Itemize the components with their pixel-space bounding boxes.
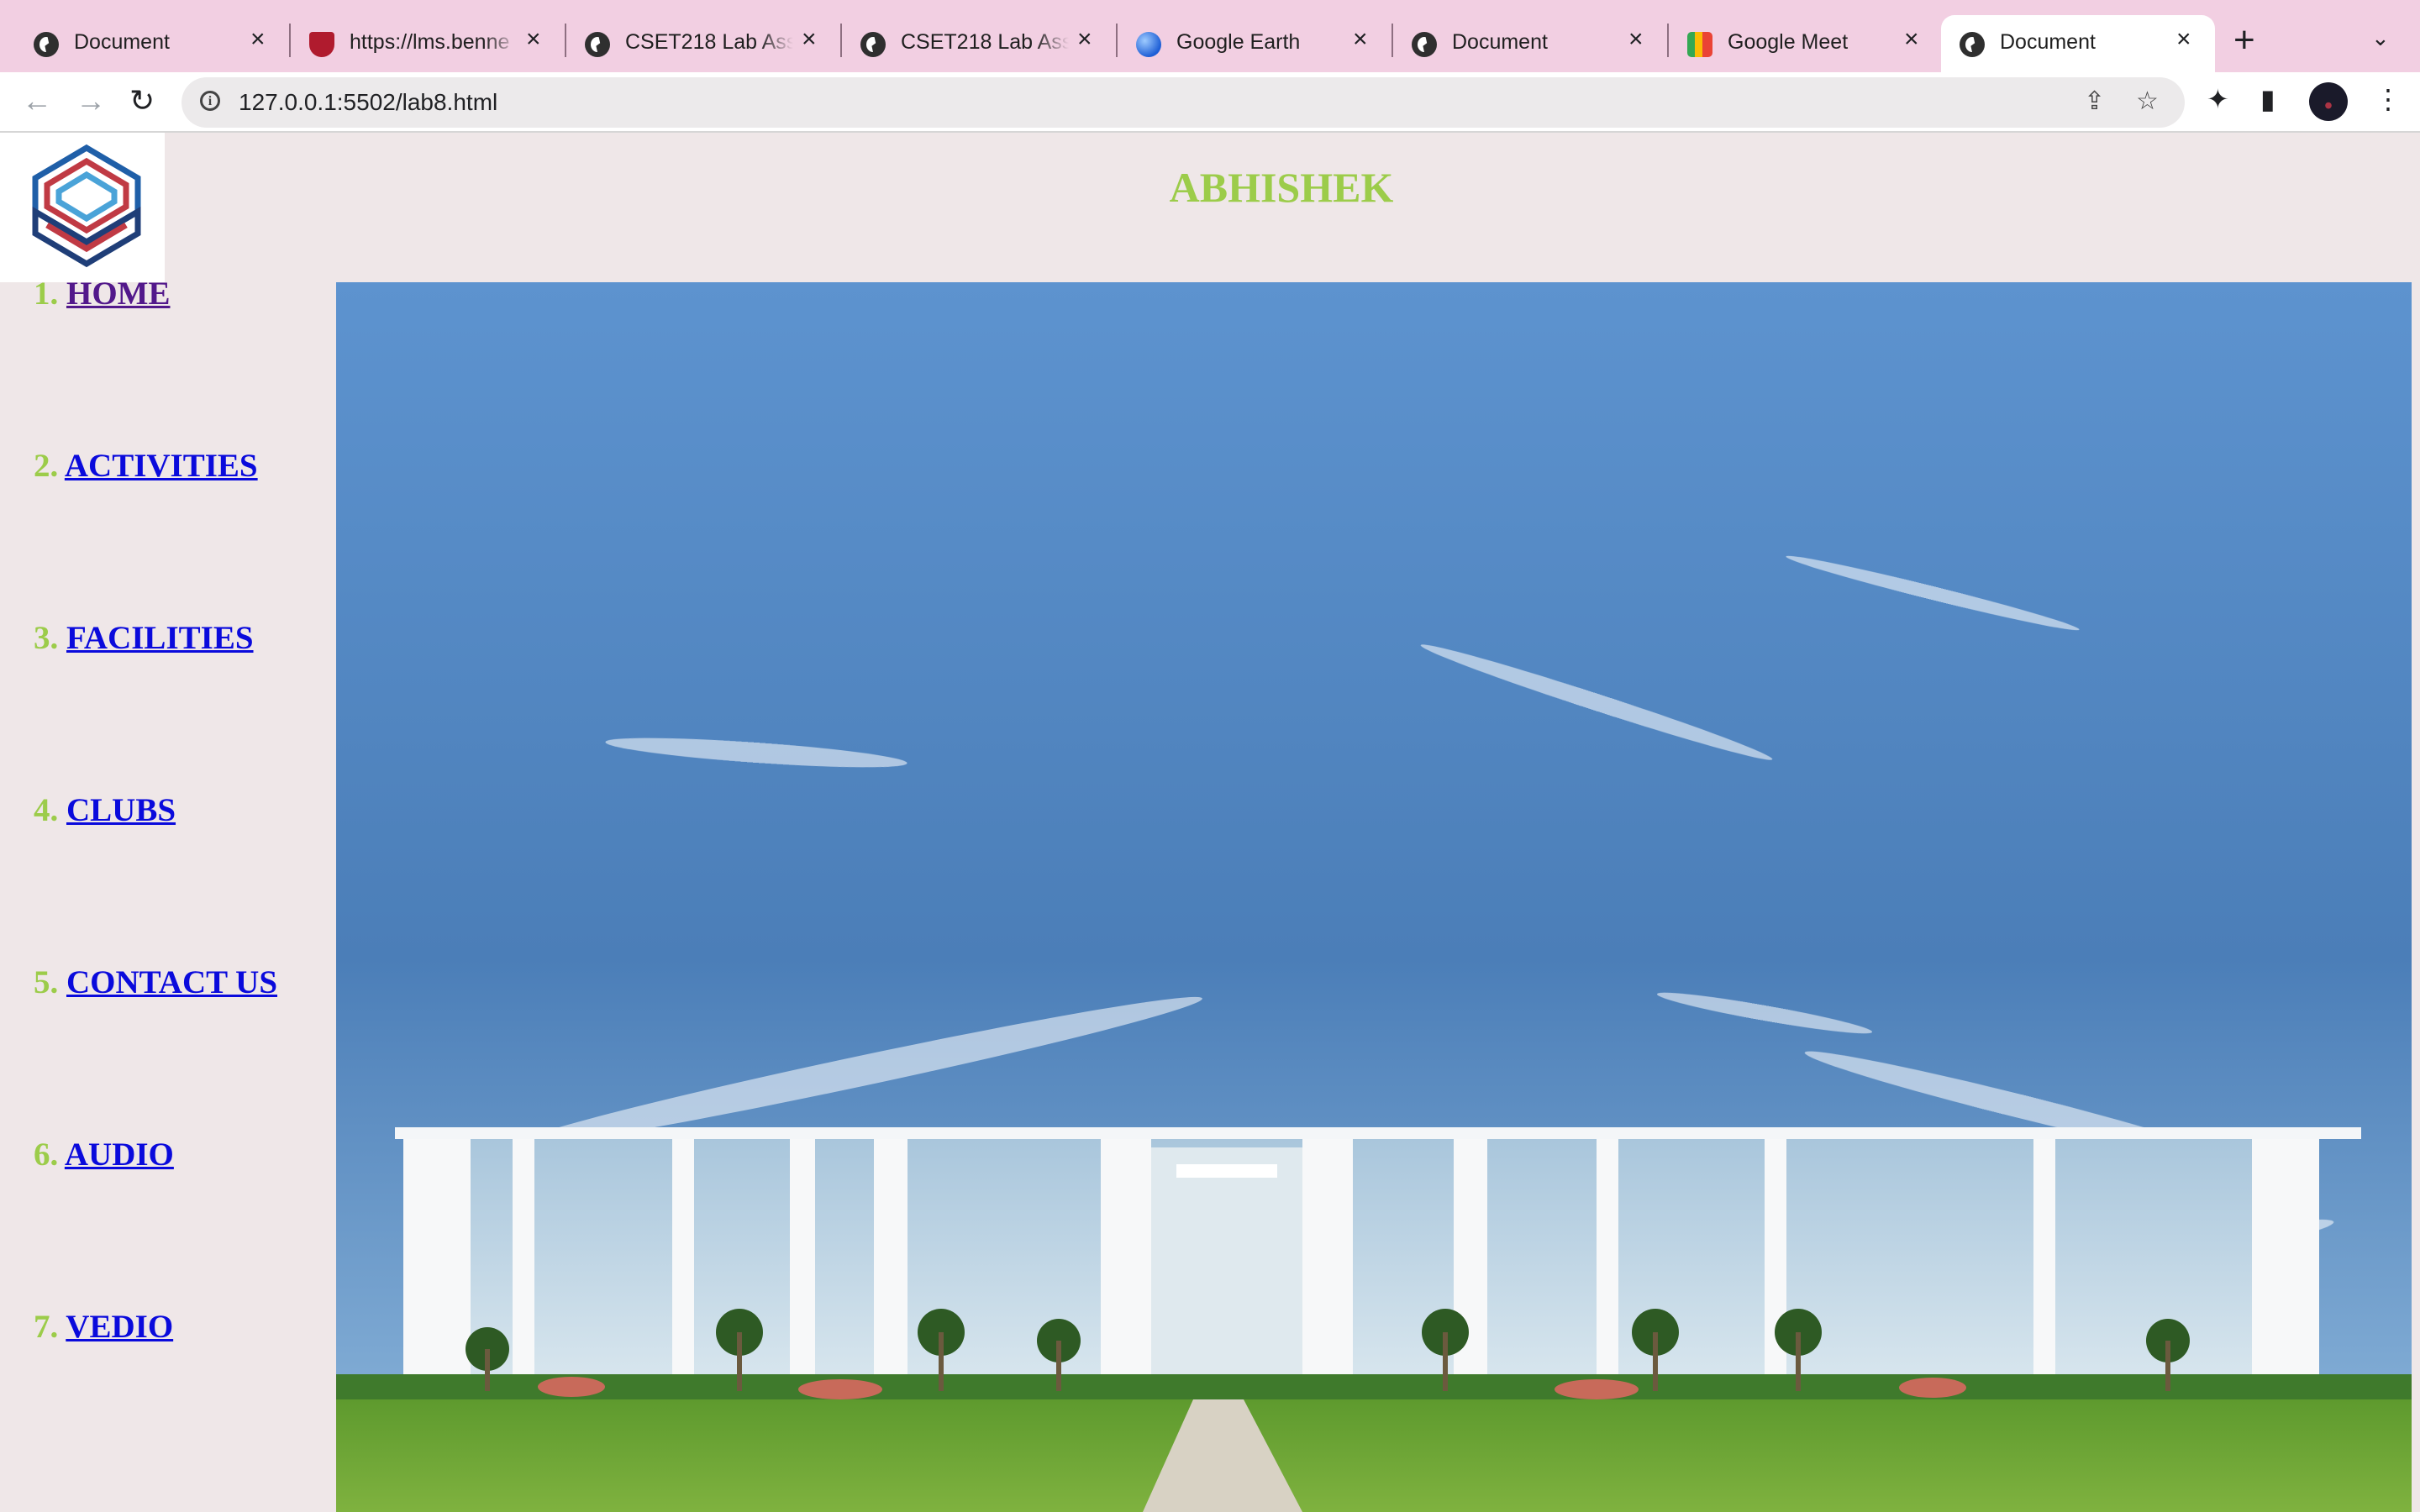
- tab-title: CSET218 Lab Ass: [901, 30, 1069, 54]
- forward-button[interactable]: →: [76, 84, 106, 118]
- profile-avatar[interactable]: [2309, 82, 2348, 121]
- close-icon[interactable]: ×: [1904, 27, 1919, 52]
- more-menu-icon[interactable]: ⋮: [2375, 84, 2402, 114]
- nav-item-clubs: 4. CLUBS: [34, 791, 176, 829]
- nav-number: 5.: [34, 964, 59, 1000]
- logo: [0, 133, 165, 282]
- globe-icon: [585, 32, 610, 57]
- tab-5[interactable]: Document ×: [1378, 15, 1664, 72]
- tab-title: Document: [74, 30, 170, 54]
- tab-title: Document: [1452, 30, 1548, 54]
- nav-item-contact-us: 5. CONTACT US: [34, 963, 277, 1001]
- nav-item-audio: 6. AUDIO: [34, 1136, 174, 1173]
- nav-number: 3.: [34, 620, 59, 656]
- globe-icon: [34, 32, 59, 57]
- nav-link-clubs[interactable]: CLUBS: [66, 792, 176, 828]
- nav-number: 1.: [34, 276, 59, 312]
- close-icon[interactable]: ×: [250, 27, 266, 52]
- nav-link-activities[interactable]: ACTIVITIES: [65, 448, 258, 484]
- nav-number: 7.: [34, 1309, 59, 1345]
- tab-strip: Document × https://lms.benne × CSET218 L…: [0, 0, 2420, 72]
- back-button[interactable]: ←: [22, 84, 52, 118]
- nav-item-activities: 2. ACTIVITIES: [34, 447, 258, 485]
- tab-title: Document: [2000, 30, 2096, 54]
- new-tab-button[interactable]: +: [2233, 22, 2255, 59]
- url-text[interactable]: 127.0.0.1:5502/lab8.html: [239, 89, 497, 116]
- side-panel-icon[interactable]: ▮: [2260, 84, 2275, 114]
- google-meet-icon: [1687, 32, 1712, 57]
- tab-title: Google Meet: [1728, 30, 1849, 54]
- tab-6[interactable]: Google Meet ×: [1654, 15, 1939, 72]
- globe-icon: [1412, 32, 1437, 57]
- tab-search-chevron-icon[interactable]: ⌄: [2371, 25, 2398, 52]
- campus-building-image: [336, 282, 2412, 1512]
- nav-link-facilities[interactable]: FACILITIES: [66, 620, 254, 656]
- nav-link-home[interactable]: HOME: [66, 276, 171, 312]
- site-info-icon[interactable]: i: [200, 91, 220, 111]
- nav-number: 6.: [34, 1137, 59, 1173]
- tab-7-active[interactable]: Document ×: [1941, 15, 2215, 72]
- reload-button[interactable]: ↻: [129, 84, 155, 118]
- nav-link-audio[interactable]: AUDIO: [65, 1137, 174, 1173]
- globe-icon: [1960, 32, 1985, 57]
- tab-1[interactable]: https://lms.benne ×: [276, 15, 561, 72]
- page-title: ABHISHEK: [1169, 164, 1394, 211]
- close-icon[interactable]: ×: [1628, 27, 1644, 52]
- extensions-puzzle-icon[interactable]: ✦: [2207, 84, 2229, 114]
- tab-title: https://lms.benne: [350, 30, 510, 54]
- close-icon[interactable]: ×: [1077, 27, 1092, 52]
- close-icon[interactable]: ×: [802, 27, 817, 52]
- close-icon[interactable]: ×: [526, 27, 541, 52]
- tab-4[interactable]: Google Earth ×: [1102, 15, 1388, 72]
- nav-number: 2.: [34, 448, 59, 484]
- nav-number: 4.: [34, 792, 59, 828]
- address-bar[interactable]: i 127.0.0.1:5502/lab8.html ⇪ ☆: [182, 77, 2185, 128]
- nav-item-facilities: 3. FACILITIES: [34, 619, 254, 657]
- browser-toolbar: ← → ↻ i 127.0.0.1:5502/lab8.html ⇪ ☆: [0, 72, 2420, 133]
- nav-link-contact-us[interactable]: CONTACT US: [66, 964, 277, 1000]
- tab-2[interactable]: CSET218 Lab Ass ×: [551, 15, 837, 72]
- tab-title: CSET218 Lab Ass: [625, 30, 793, 54]
- nav-item-home: 1. HOME: [34, 275, 171, 312]
- close-icon[interactable]: ×: [2176, 27, 2191, 52]
- university-logo-icon: [32, 144, 141, 268]
- tab-0[interactable]: Document ×: [0, 15, 286, 72]
- tab-3[interactable]: CSET218 Lab Ass ×: [827, 15, 1113, 72]
- google-earth-icon: [1136, 32, 1161, 57]
- tab-title: Google Earth: [1176, 30, 1301, 54]
- bookmark-star-icon[interactable]: ☆: [2136, 87, 2159, 116]
- close-icon[interactable]: ×: [1353, 27, 1368, 52]
- globe-icon: [860, 32, 886, 57]
- nav-link-vedio[interactable]: VEDIO: [66, 1309, 173, 1345]
- shield-favicon-icon: [309, 32, 334, 57]
- share-icon[interactable]: ⇪: [2084, 87, 2105, 116]
- nav-item-vedio: 7. VEDIO: [34, 1308, 173, 1346]
